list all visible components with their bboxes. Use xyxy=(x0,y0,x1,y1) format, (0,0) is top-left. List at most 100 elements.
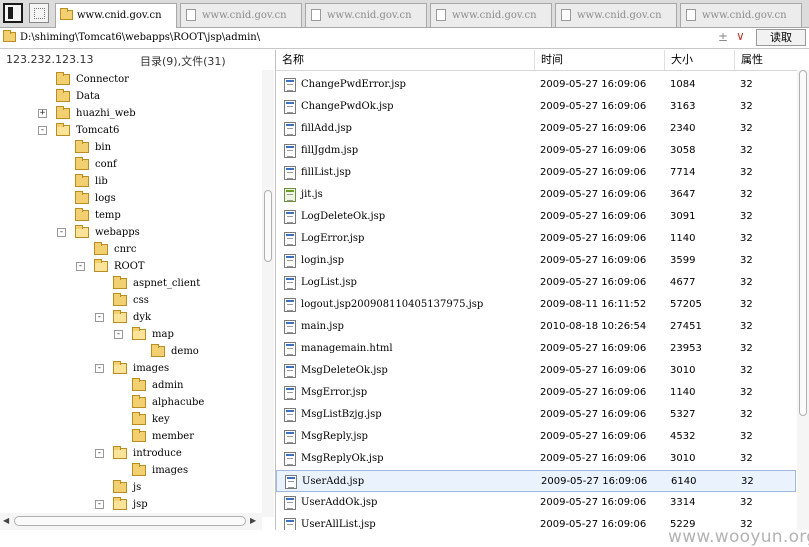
expand-toggle-icon[interactable]: - xyxy=(114,330,123,339)
tree-item-label: images xyxy=(152,465,189,476)
column-header-time[interactable]: 时间 xyxy=(535,50,665,70)
file-list-vertical-scrollbar[interactable] xyxy=(797,70,809,530)
file-time: 2009-05-27 16:09:06 xyxy=(540,233,647,244)
sort-icon[interactable]: ± xyxy=(718,30,728,44)
folder-icon xyxy=(75,191,89,204)
expand-toggle-icon[interactable]: - xyxy=(57,228,66,237)
column-header-attr[interactable]: 属性 xyxy=(735,50,797,70)
file-time: 2009-05-27 16:09:06 xyxy=(540,409,647,420)
file-row[interactable]: MsgReply.jsp 2009-05-27 16:09:06 4532 32 xyxy=(276,426,796,448)
file-size: 4532 xyxy=(670,431,696,442)
file-attr: 32 xyxy=(740,431,753,442)
tree-item-label: Tomcat6 xyxy=(76,125,120,136)
file-attr: 32 xyxy=(740,321,753,332)
file-row[interactable]: UserAddOk.jsp 2009-05-27 16:09:06 3314 32 xyxy=(276,492,796,514)
jsp-file-icon xyxy=(284,386,296,400)
file-attr: 32 xyxy=(740,453,753,464)
tree-item-label: demo xyxy=(171,346,199,357)
chevron-down-icon[interactable]: ∨ xyxy=(736,29,745,43)
tab-1[interactable]: www.cnid.gov.cn xyxy=(55,3,177,28)
tab-label: www.cnid.gov.cn xyxy=(327,10,412,21)
host-ip: 123.232.123.13 xyxy=(6,53,94,66)
file-time: 2009-05-27 16:09:06 xyxy=(540,123,647,134)
jsp-file-icon xyxy=(284,364,296,378)
tab-6[interactable]: www.cnid.gov.cn xyxy=(680,3,802,27)
jsp-file-icon xyxy=(284,144,296,158)
tree-item-label: member xyxy=(152,431,194,442)
scrollbar-thumb[interactable] xyxy=(799,70,807,416)
file-row[interactable]: fillJgdm.jsp 2009-05-27 16:09:06 3058 32 xyxy=(276,140,796,162)
jsp-file-icon xyxy=(284,496,296,510)
tab-5[interactable]: www.cnid.gov.cn xyxy=(555,3,677,27)
tab-3[interactable]: www.cnid.gov.cn xyxy=(305,3,427,27)
page-icon xyxy=(311,9,321,21)
file-row[interactable]: LogError.jsp 2009-05-27 16:09:06 1140 32 xyxy=(276,228,796,250)
expand-toggle-icon[interactable]: - xyxy=(95,364,104,373)
page-icon xyxy=(686,9,696,21)
tree-item-label: css xyxy=(133,295,149,306)
file-row[interactable]: fillAdd.jsp 2009-05-27 16:09:06 2340 32 xyxy=(276,118,796,140)
tab-4[interactable]: www.cnid.gov.cn xyxy=(430,3,552,27)
file-row[interactable]: MsgError.jsp 2009-05-27 16:09:06 1140 32 xyxy=(276,382,796,404)
file-row[interactable]: jit.js 2009-05-27 16:09:06 3647 32 xyxy=(276,184,796,206)
js-file-icon xyxy=(284,188,296,202)
scrollbar-thumb[interactable] xyxy=(14,516,246,526)
file-name: UserAddOk.jsp xyxy=(301,497,378,508)
file-time: 2009-05-27 16:09:06 xyxy=(540,277,647,288)
tab-2[interactable]: www.cnid.gov.cn xyxy=(180,3,302,27)
file-size: 1140 xyxy=(670,387,696,398)
file-attr: 32 xyxy=(740,233,753,244)
expand-toggle-icon[interactable]: - xyxy=(95,449,104,458)
file-name: fillAdd.jsp xyxy=(301,123,352,134)
scrollbar-thumb[interactable] xyxy=(264,190,272,262)
file-size: 3058 xyxy=(670,145,696,156)
column-header-name[interactable]: 名称 xyxy=(276,50,535,70)
page-icon xyxy=(436,9,446,21)
file-time: 2009-05-27 16:09:06 xyxy=(540,145,647,156)
file-row[interactable]: UserAdd.jsp 2009-05-27 16:09:06 6140 32 xyxy=(276,470,796,492)
file-row[interactable]: LogList.jsp 2009-05-27 16:09:06 4677 32 xyxy=(276,272,796,294)
file-time: 2009-05-27 16:09:06 xyxy=(540,211,647,222)
file-row[interactable]: logout.jsp200908110405137975.jsp 2009-08-… xyxy=(276,294,796,316)
file-row[interactable]: managemain.html 2009-05-27 16:09:06 23953 3… xyxy=(276,338,796,360)
file-name: login.jsp xyxy=(301,255,345,266)
file-time: 2009-05-27 16:09:06 xyxy=(540,255,647,266)
file-row[interactable]: MsgReplyOk.jsp 2009-05-27 16:09:06 3010 32 xyxy=(276,448,796,470)
folder-icon xyxy=(75,208,89,221)
scroll-right-icon[interactable]: ▶ xyxy=(250,516,256,525)
expand-toggle-icon[interactable]: - xyxy=(38,126,47,135)
jsp-file-icon xyxy=(284,276,296,290)
tree-vertical-scrollbar[interactable] xyxy=(262,70,274,517)
item-count: 目录(9),文件(31) xyxy=(140,55,226,68)
jsp-file-icon xyxy=(284,430,296,444)
file-row[interactable]: ChangePwdOk.jsp 2009-05-27 16:09:06 3163 32 xyxy=(276,96,796,118)
file-name: LogError.jsp xyxy=(301,233,365,244)
read-button[interactable]: 读取 xyxy=(756,29,806,46)
file-row[interactable]: MsgDeleteOk.jsp 2009-05-27 16:09:06 3010 32 xyxy=(276,360,796,382)
file-attr: 32 xyxy=(740,101,753,112)
file-name: LogDeleteOk.jsp xyxy=(301,211,386,222)
file-time: 2009-05-27 16:09:06 xyxy=(540,519,647,530)
file-row[interactable]: main.jsp 2010-08-18 10:26:54 27451 32 xyxy=(276,316,796,338)
file-row[interactable]: fillList.jsp 2009-05-27 16:09:06 7714 32 xyxy=(276,162,796,184)
expand-toggle-icon[interactable]: + xyxy=(38,109,47,118)
file-row[interactable]: MsgListBzjg.jsp 2009-05-27 16:09:06 5327 32 xyxy=(276,404,796,426)
file-row[interactable]: LogDeleteOk.jsp 2009-05-27 16:09:06 3091 32 xyxy=(276,206,796,228)
expand-toggle-icon[interactable]: - xyxy=(95,500,104,509)
panel-toggle-icon[interactable] xyxy=(3,3,23,23)
file-row[interactable]: login.jsp 2009-05-27 16:09:06 3599 32 xyxy=(276,250,796,272)
file-name: UserAllList.jsp xyxy=(301,519,376,530)
path-input[interactable] xyxy=(20,29,710,46)
jsp-file-icon xyxy=(285,475,297,489)
file-time: 2009-05-27 16:09:06 xyxy=(540,343,647,354)
column-header-size[interactable]: 大小 xyxy=(665,50,735,70)
file-name: ChangePwdOk.jsp xyxy=(301,101,394,112)
file-name: MsgError.jsp xyxy=(301,387,368,398)
expand-toggle-icon[interactable]: - xyxy=(76,262,85,271)
expand-toggle-icon[interactable]: - xyxy=(95,313,104,322)
tree-horizontal-scrollbar[interactable]: ◀ ▶ xyxy=(0,513,262,530)
file-time: 2009-05-27 16:09:06 xyxy=(540,101,647,112)
scroll-left-icon[interactable]: ◀ xyxy=(3,516,9,525)
new-tab-icon[interactable] xyxy=(29,3,49,23)
file-row[interactable]: ChangePwdError.jsp 2009-05-27 16:09:06 108… xyxy=(276,74,796,96)
